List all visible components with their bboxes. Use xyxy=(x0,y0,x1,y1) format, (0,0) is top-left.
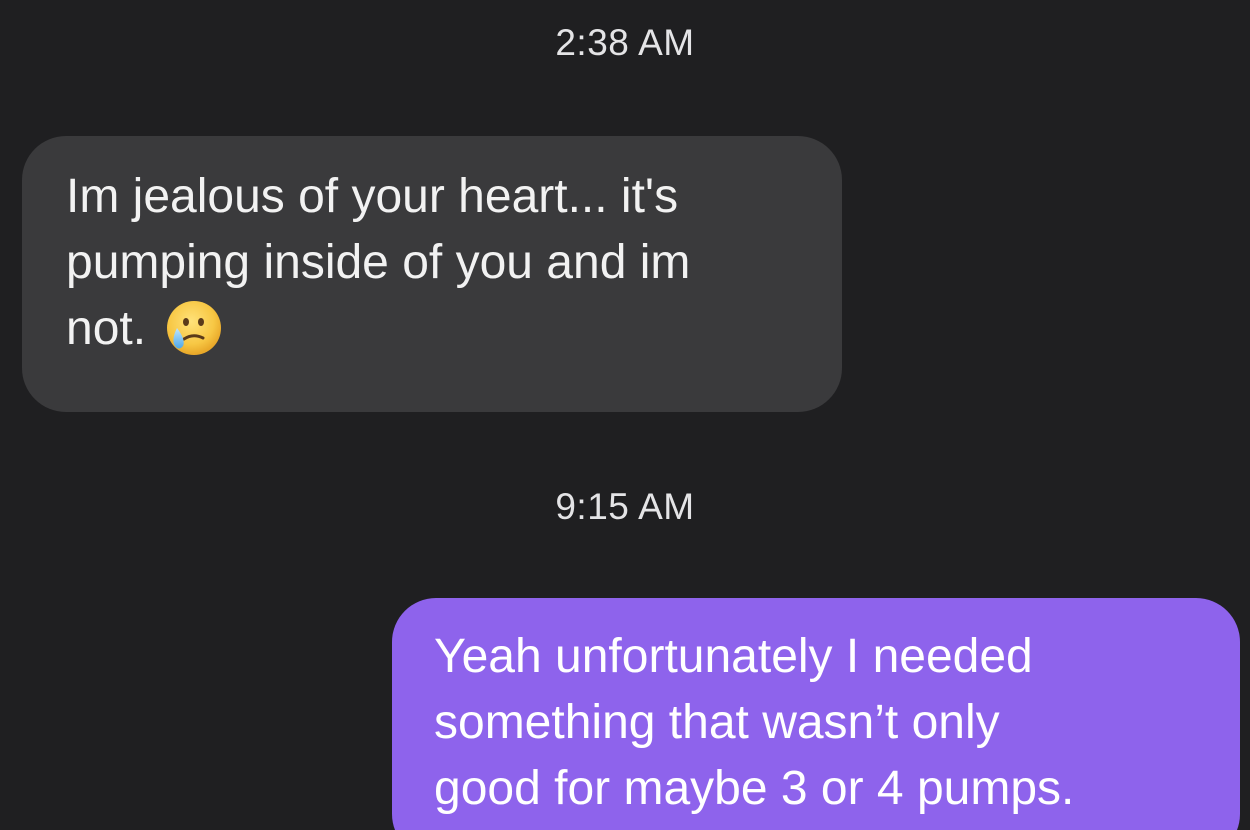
outgoing-message-bubble[interactable]: Yeah unfortunately I needed something th… xyxy=(392,598,1240,830)
message-line: good for maybe 3 or 4 pumps. xyxy=(434,762,1075,815)
message-timestamp: 2:38 AM xyxy=(555,22,695,63)
message-line: pumping inside of you and im xyxy=(66,236,691,289)
incoming-message-bubble[interactable]: Im jealous of your heart... it's pumping… xyxy=(22,136,842,412)
message-line-with-emoji: not. xyxy=(66,296,812,362)
message-timestamp: 9:15 AM xyxy=(555,486,695,527)
message-line: not. xyxy=(66,302,147,355)
message-line: Im jealous of your heart... it's xyxy=(66,170,679,223)
message-line: something that wasn’t only xyxy=(434,696,1000,749)
message-line: Yeah unfortunately I needed xyxy=(434,630,1033,683)
chat-screen: 2:38 AM Im jealous of your heart... it's… xyxy=(0,0,1250,830)
face-holding-back-tears-icon xyxy=(162,298,222,358)
